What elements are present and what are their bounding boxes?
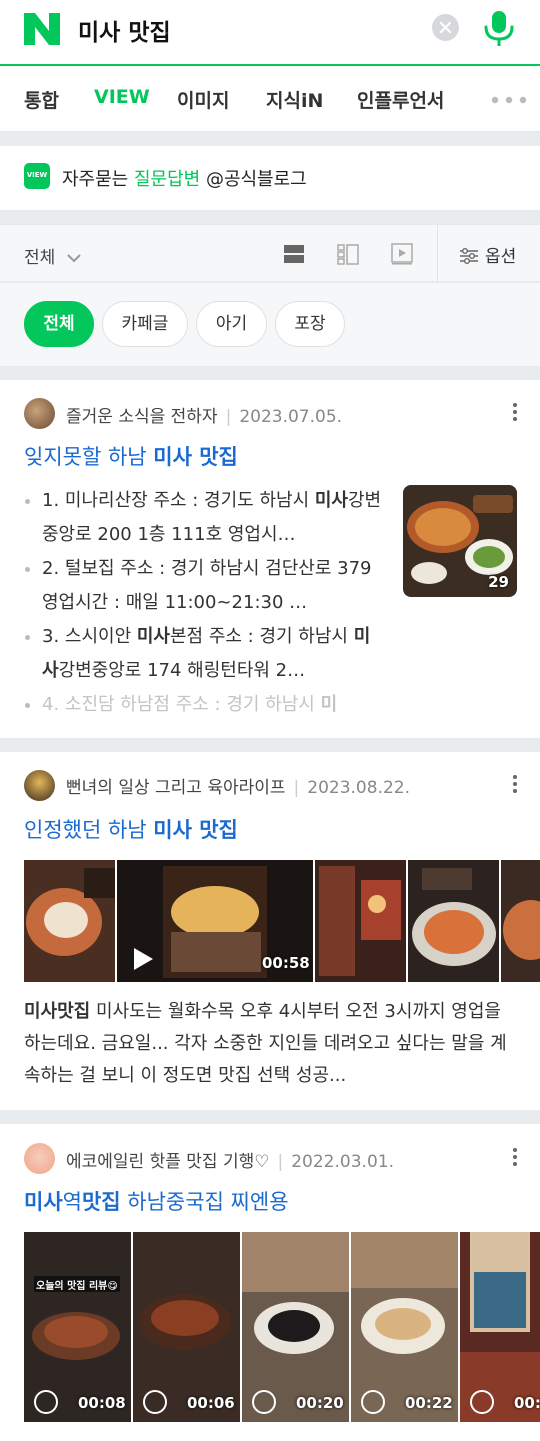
author-line[interactable]: 뻔녀의 일상 그리고 육아라이프 | 2023.08.22. — [66, 773, 410, 798]
clip-strip: 오늘의 맛집 리뷰😋 00:08 00:06 00:20 00:22 00:0 — [24, 1232, 540, 1422]
clip-tile[interactable]: 00:22 — [351, 1232, 458, 1422]
category-chips: 전체 카페글 아기 포장 — [0, 283, 540, 367]
media-strip: 00:58 — [24, 860, 540, 982]
more-options-icon[interactable] — [512, 402, 518, 422]
chip-takeout[interactable]: 포장 — [275, 301, 345, 347]
more-tabs-icon[interactable] — [491, 96, 527, 104]
video-tile[interactable]: 00:58 — [117, 860, 313, 982]
clip-duration: 00:0 — [514, 1394, 540, 1412]
result-card: 즐거운 소식을 전하자 | 2023.07.05. 잊지못할 하남 미사 맛집 1.… — [0, 380, 540, 738]
play-icon[interactable] — [131, 946, 155, 972]
clip-duration: 00:08 — [78, 1394, 126, 1412]
result-summary-list: 1. 미나리산장 주소 : 경기도 하남시 미사강변중앙로 200 1층 111… — [24, 484, 384, 722]
list-item: 3. 스시이안 미사본점 주소 : 경기 하남시 미사강변중앙로 174 해링턴… — [24, 620, 384, 688]
clip-duration: 00:06 — [187, 1394, 235, 1412]
result-snippet[interactable]: 미사맛집 미사도는 월화수목 오후 4시부터 오전 3시까지 영업을 하는데요.… — [24, 996, 516, 1092]
filter-divider — [437, 225, 438, 283]
result-card: 뻔녀의 일상 그리고 육아라이프 | 2023.08.22. 인정했던 하남 미사 … — [0, 752, 540, 1110]
photo-tile[interactable] — [501, 860, 540, 982]
filter-bar: 전체 옵션 — [0, 224, 540, 283]
search-query[interactable]: 미사 맛집 — [78, 13, 171, 47]
list-item: 2. 털보집 주소 : 경기 하남시 검단산로 379 영업시간 : 매일 11… — [24, 552, 384, 620]
photo-tile[interactable] — [408, 860, 499, 982]
result-title[interactable]: 미사역맛집 하남중국집 찌엔용 — [24, 1186, 289, 1216]
clip-logo-icon — [361, 1390, 385, 1414]
search-header: 미사 맛집 — [0, 0, 540, 66]
clip-logo-icon — [34, 1390, 58, 1414]
tab-images[interactable]: 이미지 — [177, 86, 229, 113]
author-line[interactable]: 에코에일린 핫플 맛집 기행♡ | 2022.03.01. — [66, 1147, 394, 1172]
list-item: 4. 소진담 하남점 주소 : 경기 하남시 미 — [24, 688, 384, 722]
photo-count: 29 — [488, 573, 509, 591]
clip-tile[interactable]: 00:0 — [460, 1232, 540, 1422]
sliders-icon — [460, 248, 478, 264]
clip-caption: 오늘의 맛집 리뷰😋 — [36, 1281, 118, 1292]
chip-baby[interactable]: 아기 — [196, 301, 267, 347]
result-card: 에코에일린 핫플 맛집 기행♡ | 2022.03.01. 미사역맛집 하남중국집 … — [0, 1124, 540, 1441]
chip-all[interactable]: 전체 — [24, 301, 94, 347]
clip-duration: 00:22 — [405, 1394, 453, 1412]
clip-logo-icon — [143, 1390, 167, 1414]
faq-text: 자주묻는 질문답변 @공식블로그 — [62, 169, 307, 190]
result-title[interactable]: 인정했던 하남 미사 맛집 — [24, 814, 238, 844]
chevron-down-icon — [66, 254, 81, 263]
tab-influencer[interactable]: 인플루언서 — [357, 86, 444, 113]
microphone-icon[interactable] — [481, 8, 517, 48]
options-button[interactable]: 옵션 — [459, 242, 516, 267]
video-duration: 00:58 — [262, 954, 310, 972]
clip-tile[interactable]: 00:06 — [133, 1232, 240, 1422]
result-title[interactable]: 잊지못할 하남 미사 맛집 — [24, 441, 238, 471]
view-badge-icon: VIEW — [24, 163, 50, 189]
avatar[interactable] — [24, 1143, 55, 1174]
clip-tile[interactable]: 00:20 — [242, 1232, 349, 1422]
search-tabs: 통합 VIEW 이미지 지식iN 인플루언서 — [0, 66, 540, 132]
clear-icon[interactable] — [432, 14, 459, 41]
video-view-icon[interactable] — [390, 242, 414, 266]
avatar[interactable] — [24, 398, 55, 429]
faq-banner[interactable]: VIEW 자주묻는 질문답변 @공식블로그 — [0, 146, 540, 210]
clip-tile[interactable]: 오늘의 맛집 리뷰😋 00:08 — [24, 1232, 131, 1422]
clip-duration: 00:20 — [296, 1394, 344, 1412]
tab-knowledge-in[interactable]: 지식iN — [266, 86, 323, 113]
list-view-icon[interactable] — [336, 242, 360, 266]
clip-logo-icon — [252, 1390, 276, 1414]
result-thumbnail[interactable]: 29 — [403, 485, 517, 597]
chip-cafe[interactable]: 카페글 — [102, 301, 188, 347]
list-item: 1. 미나리산장 주소 : 경기도 하남시 미사강변중앙로 200 1층 111… — [24, 484, 384, 552]
filter-all-dropdown[interactable]: 전체 — [24, 243, 82, 268]
author-line[interactable]: 즐거운 소식을 전하자 | 2023.07.05. — [66, 402, 342, 427]
tab-integrated[interactable]: 통합 — [24, 86, 59, 113]
more-options-icon[interactable] — [512, 774, 518, 794]
more-options-icon[interactable] — [512, 1147, 518, 1167]
photo-tile[interactable] — [24, 860, 115, 982]
photo-tile[interactable] — [315, 860, 406, 982]
naver-logo-icon[interactable] — [22, 11, 62, 47]
clip-logo-icon — [470, 1390, 494, 1414]
avatar[interactable] — [24, 770, 55, 801]
tab-view[interactable]: VIEW — [94, 86, 150, 108]
card-view-icon[interactable] — [282, 242, 306, 266]
